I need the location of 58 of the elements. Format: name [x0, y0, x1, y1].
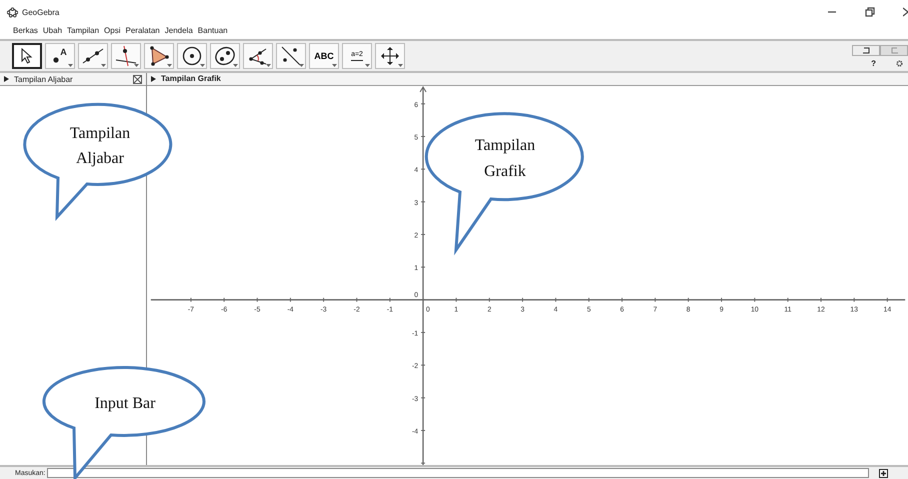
plus-box-icon[interactable] — [879, 468, 888, 478]
point-icon — [53, 57, 60, 63]
text-tool-label: ABC — [314, 51, 334, 61]
circle-center-icon — [182, 46, 202, 66]
dropdown-caret-icon — [68, 64, 73, 67]
four-arrows-icon — [381, 47, 399, 65]
callout-text: Tampilan — [70, 125, 130, 142]
point-label: A — [60, 47, 67, 57]
dropdown-caret-icon — [365, 64, 370, 67]
line-through-points-icon — [82, 47, 104, 65]
ellipse-points-icon — [214, 46, 236, 66]
cursor-arrow-icon — [20, 48, 34, 64]
undo-button[interactable] — [852, 44, 880, 56]
tool-button[interactable] — [276, 43, 306, 69]
tool-button[interactable] — [177, 43, 207, 69]
tool-button[interactable]: ABC — [309, 43, 339, 69]
input-field[interactable] — [47, 468, 870, 478]
menu-item[interactable]: Ubah — [42, 26, 62, 35]
dropdown-caret-icon — [266, 64, 271, 67]
app-logo-icon — [7, 6, 18, 18]
graphics-view-title: Tampilan Grafik — [161, 74, 221, 84]
tool-button[interactable] — [144, 43, 174, 69]
tool-button[interactable] — [78, 43, 108, 69]
dropdown-caret-icon — [233, 64, 238, 67]
dropdown-caret-icon — [134, 64, 139, 67]
menu-item[interactable]: Peralatan — [126, 26, 160, 35]
dropdown-caret-icon — [200, 64, 205, 67]
restore-icon[interactable] — [865, 7, 875, 17]
dropdown-caret-icon — [332, 64, 337, 67]
collapse-triangle-icon[interactable] — [151, 76, 156, 82]
menu-item[interactable]: Bantuan — [198, 26, 228, 35]
dropdown-caret-icon — [101, 64, 106, 67]
dropdown-caret-icon — [167, 64, 172, 67]
menu-item[interactable]: Berkas — [13, 26, 38, 35]
settings-icon[interactable] — [896, 60, 903, 66]
help-button[interactable]: ? — [871, 58, 876, 68]
tool-button[interactable] — [243, 43, 273, 69]
callout-text: Aljabar — [76, 150, 124, 167]
close-icon[interactable] — [903, 7, 908, 17]
tool-button[interactable] — [111, 43, 141, 69]
collapse-triangle-icon[interactable] — [4, 76, 9, 82]
angle-icon — [248, 46, 268, 66]
tool-button[interactable] — [210, 43, 240, 69]
dropdown-caret-icon — [398, 64, 403, 67]
menu-item[interactable]: Opsi — [104, 26, 120, 35]
perpendicular-lines-icon — [115, 45, 137, 67]
algebra-view-title: Tampilan Aljabar — [14, 74, 73, 84]
window-title: GeoGebra — [22, 8, 60, 16]
tool-button[interactable] — [375, 43, 405, 69]
tool-button[interactable] — [12, 43, 42, 69]
tool-button[interactable]: A — [45, 43, 75, 69]
close-view-icon[interactable] — [133, 74, 142, 84]
callout-text: Input Bar — [94, 395, 156, 412]
triangle-icon — [149, 46, 169, 66]
menu-item[interactable]: Tampilan — [67, 26, 100, 35]
reflect-line-icon — [281, 46, 301, 66]
menu-item[interactable]: Jendela — [164, 26, 193, 35]
dropdown-caret-icon — [299, 64, 304, 67]
